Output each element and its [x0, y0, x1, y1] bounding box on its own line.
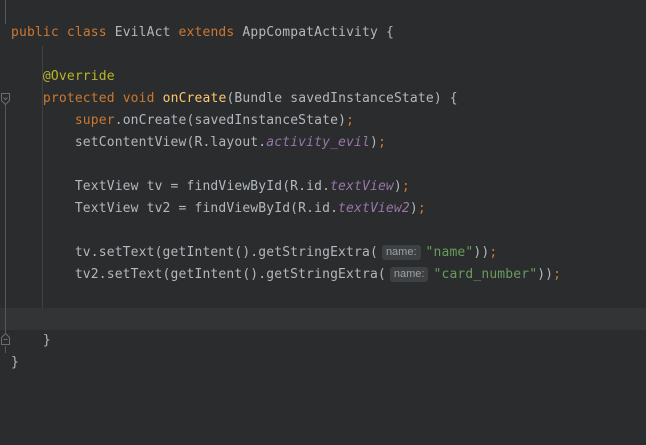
code-token-kw: extends [179, 25, 235, 40]
code-line[interactable] [0, 0, 646, 22]
code-token-fld: textView [330, 179, 394, 194]
code-line[interactable]: protected void onCreate(Bundle savedInst… [0, 88, 646, 110]
code-line-current[interactable] [0, 308, 646, 330]
code-line[interactable] [0, 154, 646, 176]
code-token-pl: ) [370, 135, 378, 150]
code-token-kw: super [75, 113, 115, 128]
code-token-pl: tv2.setText(getIntent().getStringExtra( [11, 267, 386, 282]
code-line[interactable] [0, 44, 646, 66]
code-line[interactable]: public class EvilAct extends AppCompatAc… [0, 22, 646, 44]
code-token-semi: ; [418, 201, 426, 216]
code-token-pl: TextView tv = findViewById(R.id. [11, 179, 330, 194]
code-token-str: "name" [426, 245, 474, 260]
code-token-pl: ) [410, 201, 418, 216]
code-token-semi: ; [489, 245, 497, 260]
code-token-pl: EvilAct [107, 25, 179, 40]
code-line[interactable]: super.onCreate(savedInstanceState); [0, 110, 646, 132]
code-token-pl: )) [537, 267, 553, 282]
parameter-hint-pill: name: [390, 267, 429, 282]
code-token-semi: ; [346, 113, 354, 128]
code-token-pl [11, 113, 75, 128]
code-line[interactable]: TextView tv = findViewById(R.id.textView… [0, 176, 646, 198]
code-token-pl: TextView tv2 = findViewById(R.id. [11, 201, 338, 216]
code-token-pl [115, 91, 123, 106]
code-token-pl [155, 91, 163, 106]
code-line[interactable]: } [0, 330, 646, 352]
code-token-pl [11, 69, 43, 84]
fold-range-line-bottom [5, 346, 6, 353]
fold-collapse-end-icon[interactable] [0, 332, 11, 346]
code-editor[interactable]: public class EvilAct extends AppCompatAc… [0, 0, 646, 445]
code-token-kw: public [11, 25, 59, 40]
code-token-fld: textView2 [338, 201, 410, 216]
code-token-pl: AppCompatActivity { [234, 25, 394, 40]
code-token-semi: ; [378, 135, 386, 150]
code-line[interactable]: setContentView(R.layout.activity_evil); [0, 132, 646, 154]
fold-range-line [5, 104, 6, 334]
fold-collapse-start-icon[interactable] [0, 92, 11, 106]
code-line[interactable]: TextView tv2 = findViewById(R.id.textVie… [0, 198, 646, 220]
code-line[interactable]: } [0, 352, 646, 374]
code-token-pl: tv.setText(getIntent().getStringExtra( [11, 245, 378, 260]
code-token-pl: ) [394, 179, 402, 194]
code-token-pl: (Bundle savedInstanceState) { [226, 91, 457, 106]
code-line[interactable]: tv.setText(getIntent().getStringExtra( na… [0, 242, 646, 264]
code-token-pl: setContentView(R.layout. [11, 135, 266, 150]
code-token-str: "card_number" [433, 267, 537, 282]
code-token-fld: activity_evil [266, 135, 370, 150]
code-token-kw: class [67, 25, 107, 40]
code-token-mdecl: onCreate [163, 91, 227, 106]
code-line[interactable] [0, 220, 646, 242]
code-token-pl: } [11, 355, 19, 370]
code-lines: public class EvilAct extends AppCompatAc… [0, 0, 646, 374]
code-token-semi: ; [553, 267, 561, 282]
fold-range-line-top [5, 0, 6, 24]
code-token-pl: )) [473, 245, 489, 260]
parameter-hint-pill: name: [382, 245, 421, 260]
code-token-semi: ; [402, 179, 410, 194]
code-token-pl [59, 25, 67, 40]
code-line[interactable] [0, 286, 646, 308]
code-token-kw: protected [43, 91, 115, 106]
code-token-kw: void [123, 91, 155, 106]
code-token-ann: @Override [43, 69, 115, 84]
code-token-pl: .onCreate(savedInstanceState) [115, 113, 346, 128]
code-line[interactable]: @Override [0, 66, 646, 88]
code-line[interactable]: tv2.setText(getIntent().getStringExtra( n… [0, 264, 646, 286]
code-token-pl: } [11, 333, 51, 348]
code-token-pl [11, 91, 43, 106]
